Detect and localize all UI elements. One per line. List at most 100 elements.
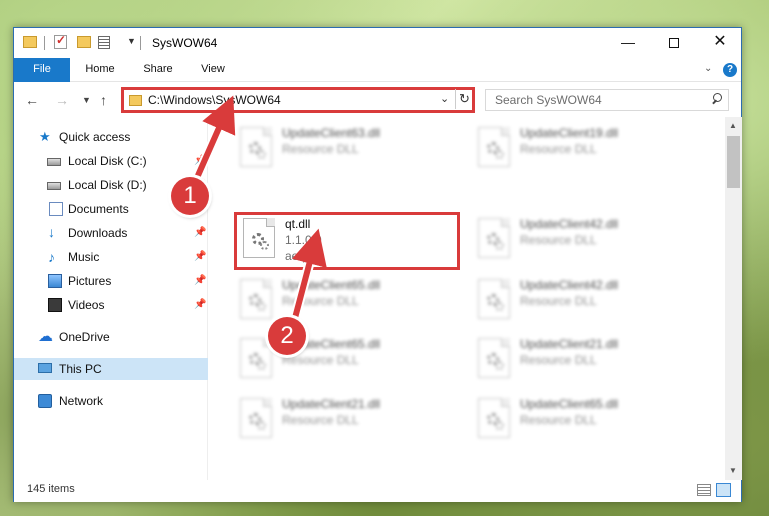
pc-icon (38, 363, 52, 373)
file-name: UpdateClient42.dll (520, 217, 619, 231)
navigation-pane: ★ Quick access Local Disk (C:) 📌 Local D… (14, 117, 208, 480)
file-tile[interactable]: UpdateClient65.dll Resource DLL (234, 275, 460, 327)
explorer-window: ▼ SysWOW64 — ✕ File Home Share View ⌄ ? … (13, 27, 742, 502)
sidebar-item-label: Quick access (59, 130, 131, 144)
sidebar-item-network[interactable]: Network (14, 390, 208, 412)
pin-icon[interactable]: 📌 (194, 155, 206, 166)
close-icon: ✕ (713, 33, 727, 50)
disk-icon (47, 158, 61, 166)
pictures-icon (48, 274, 62, 288)
search-icon[interactable] (711, 93, 722, 104)
file-description: Resource DLL (520, 413, 597, 427)
minimize-button[interactable]: — (605, 28, 651, 58)
minimize-icon: — (621, 34, 635, 50)
dll-file-icon (478, 398, 510, 438)
sidebar-item-videos[interactable]: Videos 📌 (14, 294, 208, 316)
tab-view[interactable]: View (192, 58, 234, 82)
dll-file-icon (240, 398, 272, 438)
maximize-button[interactable] (651, 28, 697, 58)
sidebar-item-label: Local Disk (C:) (68, 154, 147, 168)
forward-arrow-icon[interactable]: → (55, 92, 69, 108)
dll-file-icon (240, 338, 272, 378)
sidebar-item-label: Documents (68, 202, 129, 216)
sidebar-item-downloads[interactable]: ↓ Downloads 📌 (14, 222, 208, 244)
sidebar-item-label: Downloads (68, 226, 128, 240)
expand-ribbon-chevron-icon[interactable]: ⌄ (704, 63, 712, 74)
file-tile[interactable]: UpdateClient42.dll Resource DLL (472, 275, 698, 327)
back-arrow-icon[interactable]: ← (25, 92, 39, 108)
tab-share[interactable]: Share (136, 58, 180, 82)
new-folder-icon[interactable] (77, 36, 91, 48)
step-2-callout: 2 (268, 317, 306, 355)
file-tile[interactable]: UpdateClient19.dll Resource DLL (472, 123, 698, 175)
close-button[interactable]: ✕ (697, 28, 743, 58)
downloads-icon: ↓ (48, 224, 55, 240)
status-bar: 145 items (14, 480, 741, 502)
dll-file-icon (240, 279, 272, 319)
sidebar-item-onedrive[interactable]: ☁ OneDrive (14, 326, 208, 348)
quick-access-separator (44, 36, 45, 50)
dll-file-icon (478, 218, 510, 258)
up-arrow-icon[interactable]: ↑ (100, 92, 107, 108)
network-icon (38, 394, 52, 408)
sidebar-item-label: OneDrive (59, 330, 110, 344)
file-tile[interactable]: UpdateClient65.dll Resource DLL (234, 334, 460, 386)
dll-file-icon (240, 127, 272, 167)
file-name: UpdateClient21.dll (520, 337, 619, 351)
file-description: Resource DLL (282, 353, 359, 367)
sidebar-item-music[interactable]: ♪ Music 📌 (14, 246, 208, 268)
scrollbar-thumb[interactable] (727, 136, 740, 188)
properties-check-icon[interactable] (54, 33, 67, 49)
sidebar-item-label: This PC (59, 362, 102, 376)
recent-locations-chevron-icon[interactable]: ▼ (82, 95, 91, 105)
pin-icon[interactable]: 📌 (194, 227, 206, 238)
pin-icon[interactable]: 📌 (194, 275, 206, 286)
sidebar-item-label: Music (68, 250, 100, 264)
ribbon: File Home Share View ⌄ ? (14, 58, 741, 82)
star-icon: ★ (39, 129, 51, 144)
folder-icon[interactable] (23, 36, 37, 48)
details-view-icon[interactable] (697, 484, 711, 496)
search-input[interactable]: Search SysWOW64 (485, 89, 729, 111)
file-name: UpdateClient65.dll (520, 397, 619, 411)
large-icons-view-icon[interactable] (716, 483, 731, 497)
properties-icon[interactable] (98, 35, 112, 49)
file-description: Resource DLL (282, 294, 359, 308)
videos-icon (48, 298, 62, 312)
item-count: 145 items (27, 483, 75, 495)
file-tile[interactable]: UpdateClient63.dll Resource DLL (234, 123, 460, 175)
help-icon[interactable]: ? (723, 63, 737, 77)
navigation-bar: ← → ▼ ↑ C:\Windows\SysWOW64 ⌄ ↻ Search S… (14, 83, 741, 117)
customize-toolbar-chevron-icon[interactable]: ▼ (127, 36, 136, 46)
file-tile[interactable]: UpdateClient42.dll Resource DLL (472, 214, 698, 266)
sidebar-item-label: Pictures (68, 274, 112, 288)
sidebar-item-local-disk-c[interactable]: Local Disk (C:) 📌 (14, 150, 208, 172)
scroll-down-arrow-icon[interactable]: ▼ (729, 466, 737, 475)
scroll-up-arrow-icon[interactable]: ▲ (729, 121, 737, 130)
sidebar-item-pictures[interactable]: Pictures 📌 (14, 270, 208, 292)
step-1-callout: 1 (171, 177, 209, 215)
pin-icon[interactable]: 📌 (194, 299, 206, 310)
refresh-icon[interactable]: ↻ (455, 89, 473, 109)
address-bar[interactable]: C:\Windows\SysWOW64 ⌄ ↻ (121, 87, 475, 113)
sidebar-item-quick-access[interactable]: ★ Quick access (14, 126, 208, 148)
tab-file[interactable]: File (14, 58, 70, 82)
file-tile[interactable]: UpdateClient65.dll Resource DLL (472, 394, 698, 446)
pin-icon[interactable]: 📌 (194, 251, 206, 262)
file-name: UpdateClient21.dll (282, 397, 381, 411)
onedrive-icon: ☁ (38, 328, 53, 345)
title-separator (140, 36, 141, 50)
address-path[interactable]: C:\Windows\SysWOW64 (148, 93, 281, 107)
file-description: Resource DLL (520, 294, 597, 308)
sidebar-item-label: Network (59, 394, 104, 408)
file-description: Resource DLL (282, 413, 359, 427)
file-tile[interactable]: UpdateClient21.dll Resource DLL (234, 394, 460, 446)
sidebar-item-this-pc[interactable]: This PC (14, 358, 208, 380)
tab-home[interactable]: Home (76, 58, 124, 82)
file-name: UpdateClient65.dll (282, 278, 381, 292)
address-dropdown-chevron-icon[interactable]: ⌄ (440, 92, 449, 105)
documents-icon (49, 202, 63, 216)
file-name: UpdateClient19.dll (520, 126, 619, 140)
vertical-scrollbar[interactable]: ▲ ▼ (725, 117, 742, 480)
file-tile[interactable]: UpdateClient21.dll Resource DLL (472, 334, 698, 386)
